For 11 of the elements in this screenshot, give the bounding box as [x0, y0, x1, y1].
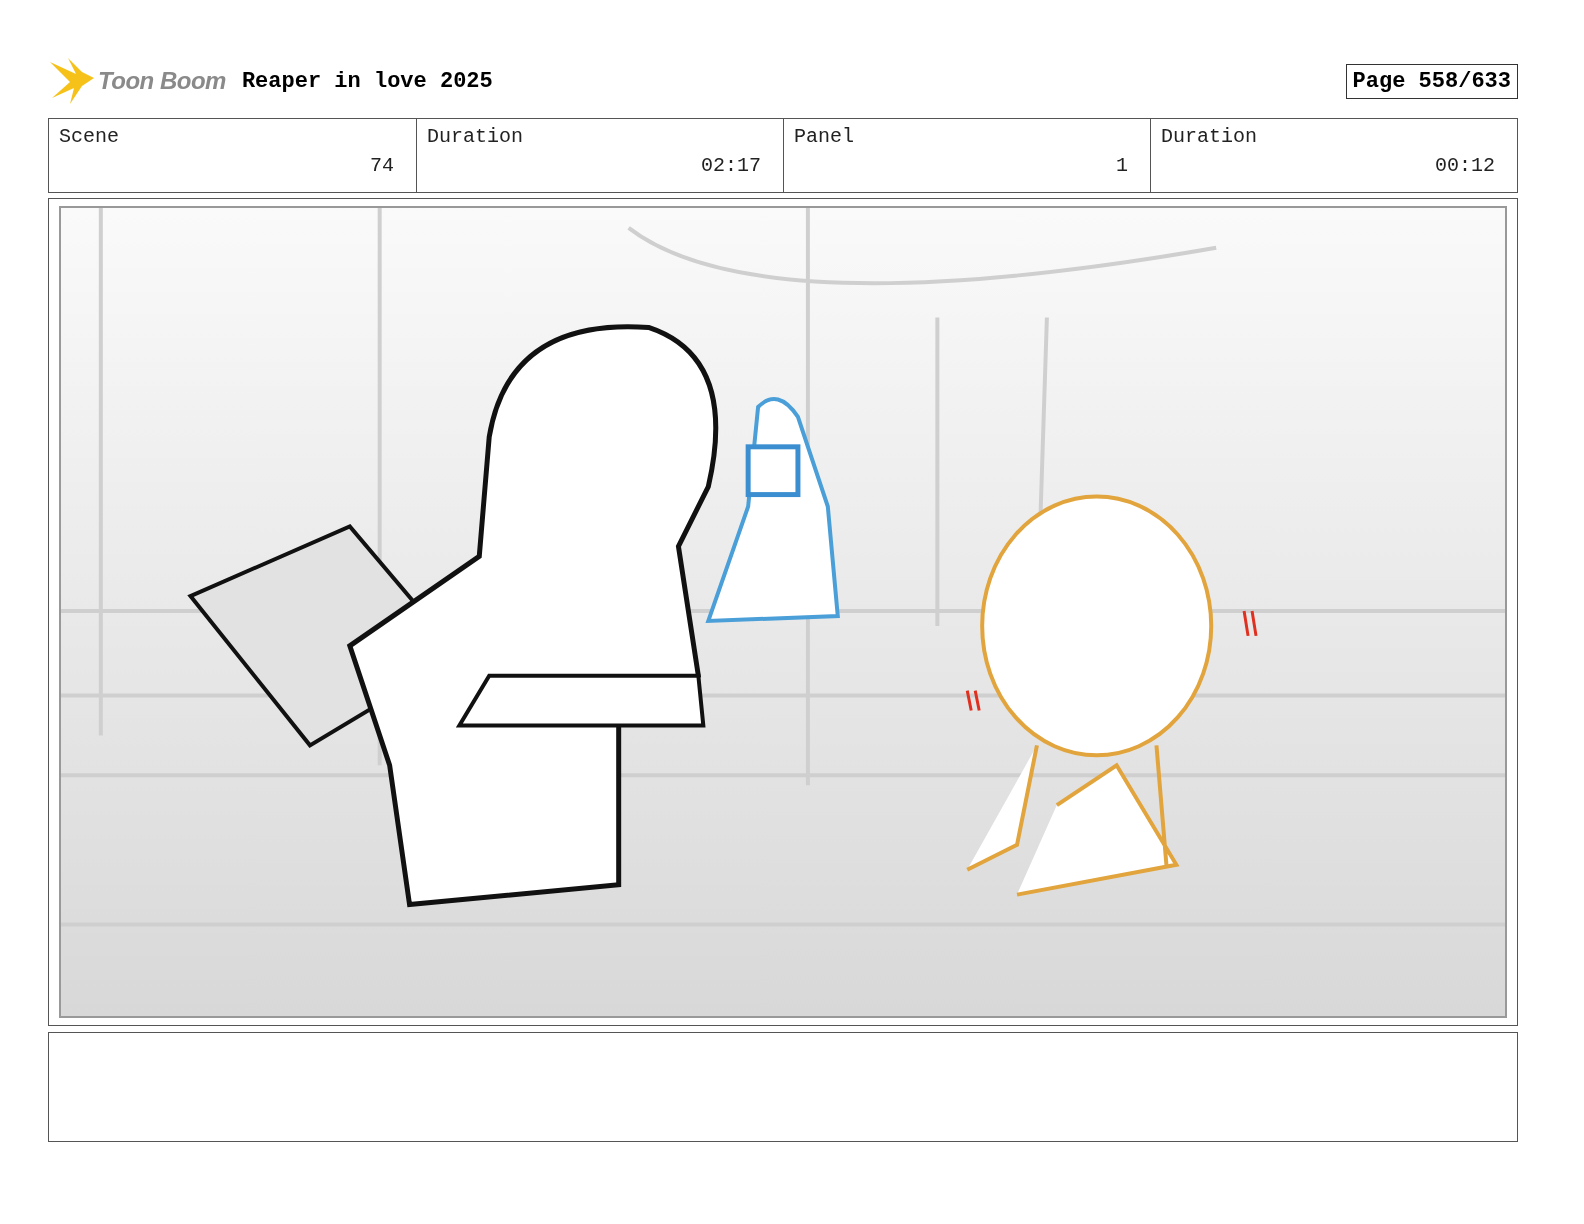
page-number: Page 558/633: [1345, 63, 1518, 99]
field-label: Duration: [427, 125, 524, 148]
field-label: Scene: [59, 125, 120, 148]
field-value: 1: [1116, 154, 1128, 177]
field-value: 74: [370, 154, 394, 177]
field-value: 00:12: [1435, 154, 1495, 177]
field-label: Panel: [794, 125, 855, 148]
storyboard-title: Reaper in love 2025: [241, 68, 493, 94]
field-label: Duration: [1161, 125, 1258, 148]
field-value: 02:17: [701, 154, 761, 177]
logo-text: Toon Boom: [98, 67, 226, 95]
